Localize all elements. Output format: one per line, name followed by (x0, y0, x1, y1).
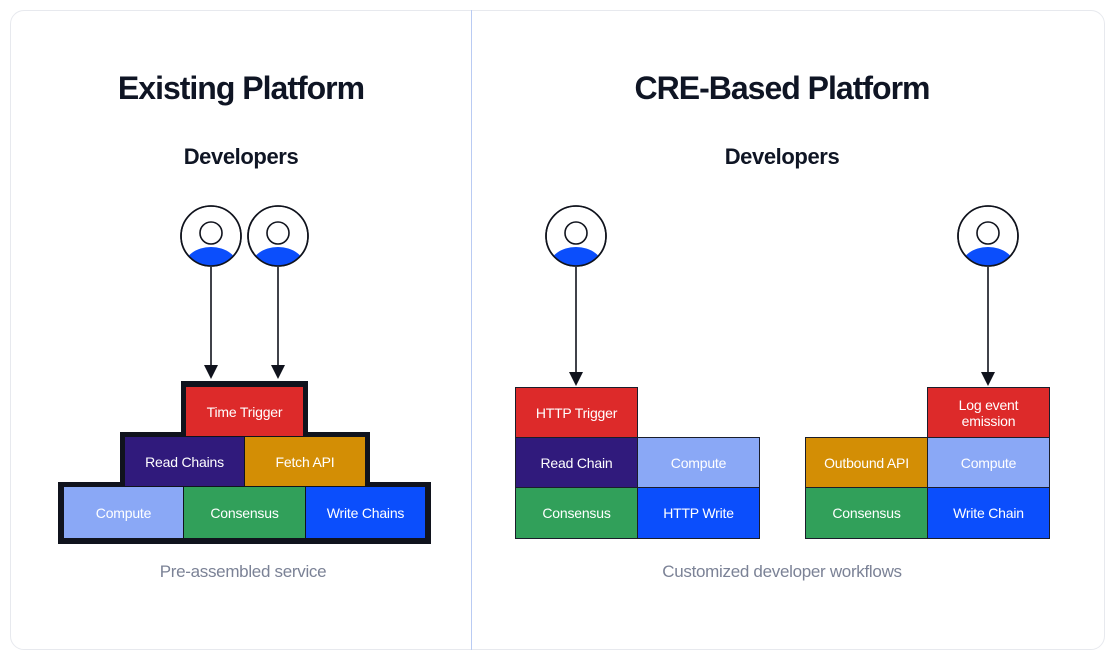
block-log-event-emission: Log event emission (927, 387, 1050, 438)
block-http-trigger: HTTP Trigger (515, 387, 638, 438)
block-read-chain: Read Chain (515, 437, 638, 488)
left-panel-title: Existing Platform (117, 70, 365, 106)
right-panel-caption: Customized developer workflows (662, 562, 902, 581)
block-compute: Compute (64, 487, 183, 538)
block-write-chain: Write Chain (927, 487, 1050, 539)
arrow-down-icon (981, 267, 995, 386)
block-compute: Compute (927, 437, 1050, 488)
block-read-chains: Read Chains (125, 437, 244, 486)
block-http-write: HTTP Write (637, 487, 760, 539)
arrow-down-icon (569, 267, 583, 386)
arrow-down-icon (271, 267, 285, 379)
right-panel-title: CRE-Based Platform (634, 70, 931, 106)
block-consensus: Consensus (515, 487, 638, 539)
block-compute: Compute (637, 437, 760, 488)
right-panel-subtitle: Developers (724, 144, 840, 169)
block-fetch-api: Fetch API (245, 437, 365, 486)
user-icon (180, 205, 242, 267)
block-outbound-api: Outbound API (805, 437, 928, 488)
arrow-down-icon (204, 267, 218, 379)
user-icon (957, 205, 1019, 267)
block-consensus: Consensus (184, 487, 305, 538)
left-panel-caption: Pre-assembled service (159, 562, 327, 581)
left-panel-subtitle: Developers (183, 144, 299, 169)
block-consensus: Consensus (805, 487, 928, 539)
user-icon (247, 205, 309, 267)
block-time-trigger: Time Trigger (186, 387, 303, 436)
block-write-chains: Write Chains (306, 487, 425, 538)
user-icon (545, 205, 607, 267)
